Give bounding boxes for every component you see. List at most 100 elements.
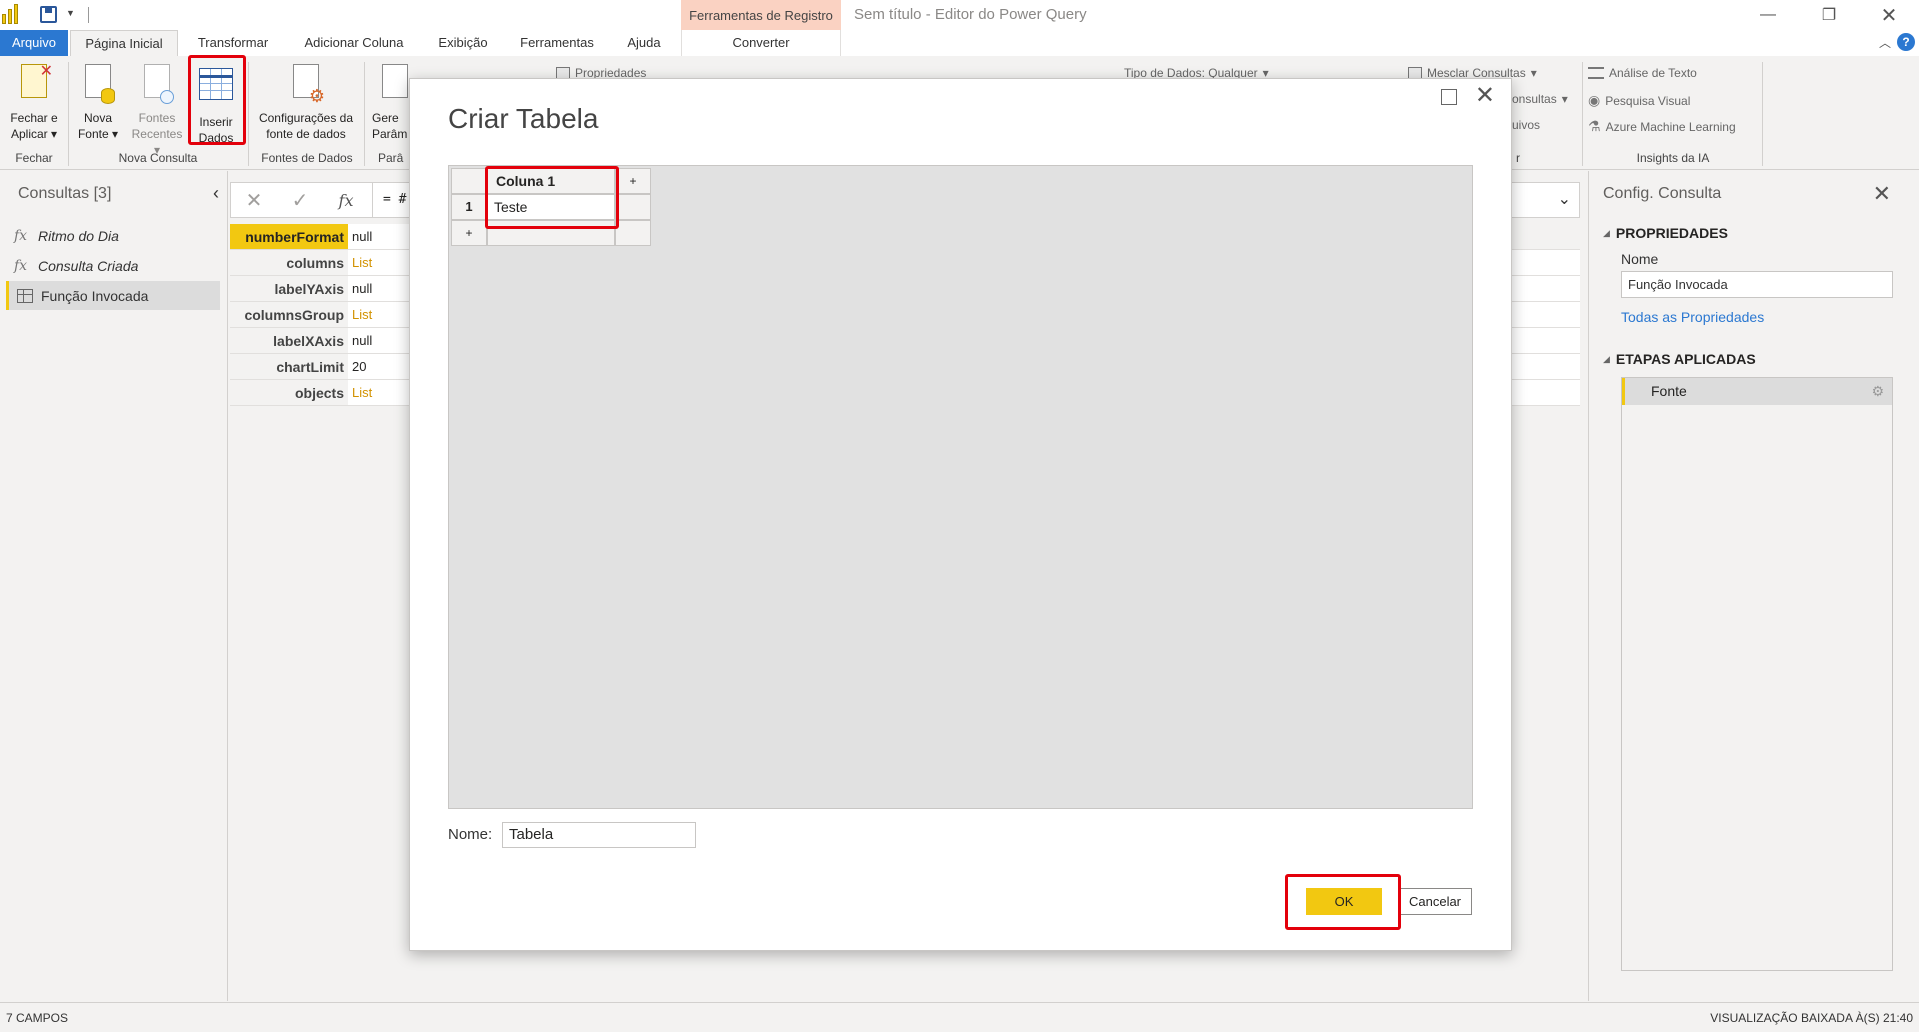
record-key: columnsGroup <box>230 302 348 327</box>
tab-arquivo[interactable]: Arquivo <box>0 30 68 56</box>
tab-exibicao[interactable]: Exibição <box>428 30 498 56</box>
record-value-link[interactable]: List <box>348 250 410 275</box>
formula-expand[interactable]: ⌄ <box>1508 182 1580 218</box>
fechar-aplicar-button[interactable]: ✕ Fechar e Aplicar ▾ <box>4 60 64 142</box>
record-value-link[interactable]: List <box>348 302 410 327</box>
record-row[interactable]: chartLimit 20 <box>230 354 410 380</box>
query-item-funcao-invocada[interactable]: Função Invocada <box>6 281 220 310</box>
fontes-recentes-button[interactable]: Fontes Recentes ▾ <box>128 60 186 158</box>
tab-ferramentas[interactable]: Ferramentas <box>512 30 602 56</box>
record-key: chartLimit <box>230 354 348 379</box>
fx-icon: fx <box>14 257 28 274</box>
record-key: numberFormat <box>230 224 348 249</box>
queries-pane: Consultas [3] ‹ fx Ritmo do Dia fx Consu… <box>0 171 228 1001</box>
cancel-button[interactable]: Cancelar <box>1398 888 1472 915</box>
gerenciar-parametros-button[interactable]: Gere Parâm <box>372 60 412 142</box>
minimize-icon[interactable]: ― <box>1745 2 1791 28</box>
applied-steps-list: Fonte ⚙ <box>1621 377 1893 971</box>
grid-cell-empty[interactable] <box>615 194 651 220</box>
pesquisa-visual-label: Pesquisa Visual <box>1605 93 1691 108</box>
record-key: columns <box>230 250 348 275</box>
group-label-fechar: Fechar <box>15 151 53 165</box>
help-icon[interactable]: ? <box>1897 33 1915 51</box>
record-cell <box>1508 224 1580 250</box>
record-cell <box>1508 354 1580 380</box>
grid-corner <box>451 168 487 194</box>
context-tab-group-label: Ferramentas de Registro <box>681 0 841 30</box>
query-item-ritmo-do-dia[interactable]: fx Ritmo do Dia <box>6 221 220 250</box>
configuracoes-fonte-button[interactable]: ⚙ Configurações da fonte de dados <box>252 60 360 142</box>
tab-transformar[interactable]: Transformar <box>186 30 280 56</box>
maximize-icon[interactable] <box>1441 89 1457 105</box>
record-row[interactable]: columns List <box>230 250 410 276</box>
combinar-label: uivos <box>1512 118 1541 132</box>
highlight-coluna <box>485 166 619 229</box>
save-icon[interactable] <box>40 6 57 23</box>
record-value: null <box>348 276 410 301</box>
record-row[interactable]: labelXAxis null <box>230 328 410 354</box>
record-row[interactable]: objects List <box>230 380 410 406</box>
divider <box>88 7 89 23</box>
query-label: Consulta Criada <box>38 257 139 274</box>
cancel-formula-icon[interactable]: ✕ <box>231 188 277 213</box>
nova-fonte-button[interactable]: Nova Fonte ▾ <box>74 60 122 142</box>
gear-icon[interactable]: ⚙ <box>1871 378 1884 405</box>
add-column-button[interactable]: + <box>615 168 651 194</box>
confirm-formula-icon[interactable]: ✓ <box>277 188 323 213</box>
combinar-arquivos-button[interactable]: uivos <box>1512 118 1540 132</box>
all-properties-link[interactable]: Todas as Propriedades <box>1621 309 1764 325</box>
dialog-title: Criar Tabela <box>448 103 599 134</box>
record-row[interactable]: labelYAxis null <box>230 276 410 302</box>
record-cell <box>1508 302 1580 328</box>
grid-cell-empty[interactable] <box>615 220 651 246</box>
record-key: labelYAxis <box>230 276 348 301</box>
acrescentar-consultas-button[interactable]: onsultas ▾ <box>1512 92 1568 106</box>
window-title: Sem título - Editor do Power Query <box>854 6 1087 23</box>
collapse-ribbon-icon[interactable]: ︿ <box>1879 34 1891 51</box>
fontes-recentes-label-1: Fontes <box>138 111 176 125</box>
power-bi-logo-icon <box>2 4 20 24</box>
tab-pagina-inicial[interactable]: Página Inicial <box>70 30 178 57</box>
highlight-inserir-dados <box>188 55 246 145</box>
record-cell <box>1508 328 1580 354</box>
restore-icon[interactable]: ❐ <box>1806 2 1852 28</box>
step-item-fonte[interactable]: Fonte ⚙ <box>1622 378 1892 405</box>
query-item-consulta-criada[interactable]: fx Consulta Criada <box>6 251 220 280</box>
applied-steps-header[interactable]: ETAPAS APLICADAS <box>1603 351 1756 367</box>
status-bar: 7 CAMPOS VISUALIZAÇÃO BAIXADA À(S) 21:40 <box>0 1002 1919 1032</box>
text-analytics-icon <box>1588 67 1604 79</box>
chevron-down-icon[interactable]: ⌄ <box>1558 189 1571 209</box>
ribbon-tabs: Arquivo Página Inicial Transformar Adici… <box>0 30 1919 57</box>
close-icon[interactable]: ✕ <box>1873 181 1891 207</box>
query-name-input[interactable]: Função Invocada <box>1621 271 1893 298</box>
analise-texto-label: Análise de Texto <box>1609 66 1697 80</box>
nova-fonte-label-2: Fonte <box>77 127 109 141</box>
configuracoes-label-1: Configurações da <box>258 111 354 125</box>
query-settings-pane: Config. Consulta ✕ PROPRIEDADES Nome Fun… <box>1588 171 1919 1001</box>
close-window-icon[interactable]: ✕ <box>1866 2 1912 28</box>
table-name-input[interactable]: Tabela <box>502 822 696 848</box>
record-value-link[interactable]: List <box>348 380 410 405</box>
tab-converter[interactable]: Converter <box>681 30 841 56</box>
record-value: null <box>348 224 410 249</box>
add-row-button[interactable]: + <box>451 220 487 246</box>
new-source-icon <box>81 64 115 106</box>
fx-icon[interactable]: fx <box>323 191 369 210</box>
azure-ml-button[interactable]: ⚗ Azure Machine Learning <box>1588 118 1736 135</box>
properties-header[interactable]: PROPRIEDADES <box>1603 225 1728 241</box>
status-field-count: 7 CAMPOS <box>6 1011 69 1025</box>
title-bar: ▼ Ferramentas de Registro Sem título - E… <box>0 0 1919 30</box>
divider <box>248 62 249 166</box>
analise-texto-button[interactable]: Análise de Texto <box>1588 66 1697 80</box>
close-icon[interactable]: ✕ <box>1475 81 1495 110</box>
record-row[interactable]: numberFormat null <box>230 224 410 250</box>
tab-adicionar-coluna[interactable]: Adicionar Coluna <box>294 30 414 56</box>
quick-access-dropdown-icon[interactable]: ▼ <box>66 8 75 18</box>
formula-input[interactable]: = # <box>372 182 412 218</box>
record-row[interactable]: columnsGroup List <box>230 302 410 328</box>
group-label-nova-consulta: Nova Consulta <box>118 151 198 165</box>
pesquisa-visual-button[interactable]: ◉ Pesquisa Visual <box>1588 92 1690 109</box>
tab-ajuda[interactable]: Ajuda <box>616 30 672 56</box>
record-value: null <box>348 328 410 353</box>
collapse-pane-icon[interactable]: ‹ <box>213 183 219 204</box>
